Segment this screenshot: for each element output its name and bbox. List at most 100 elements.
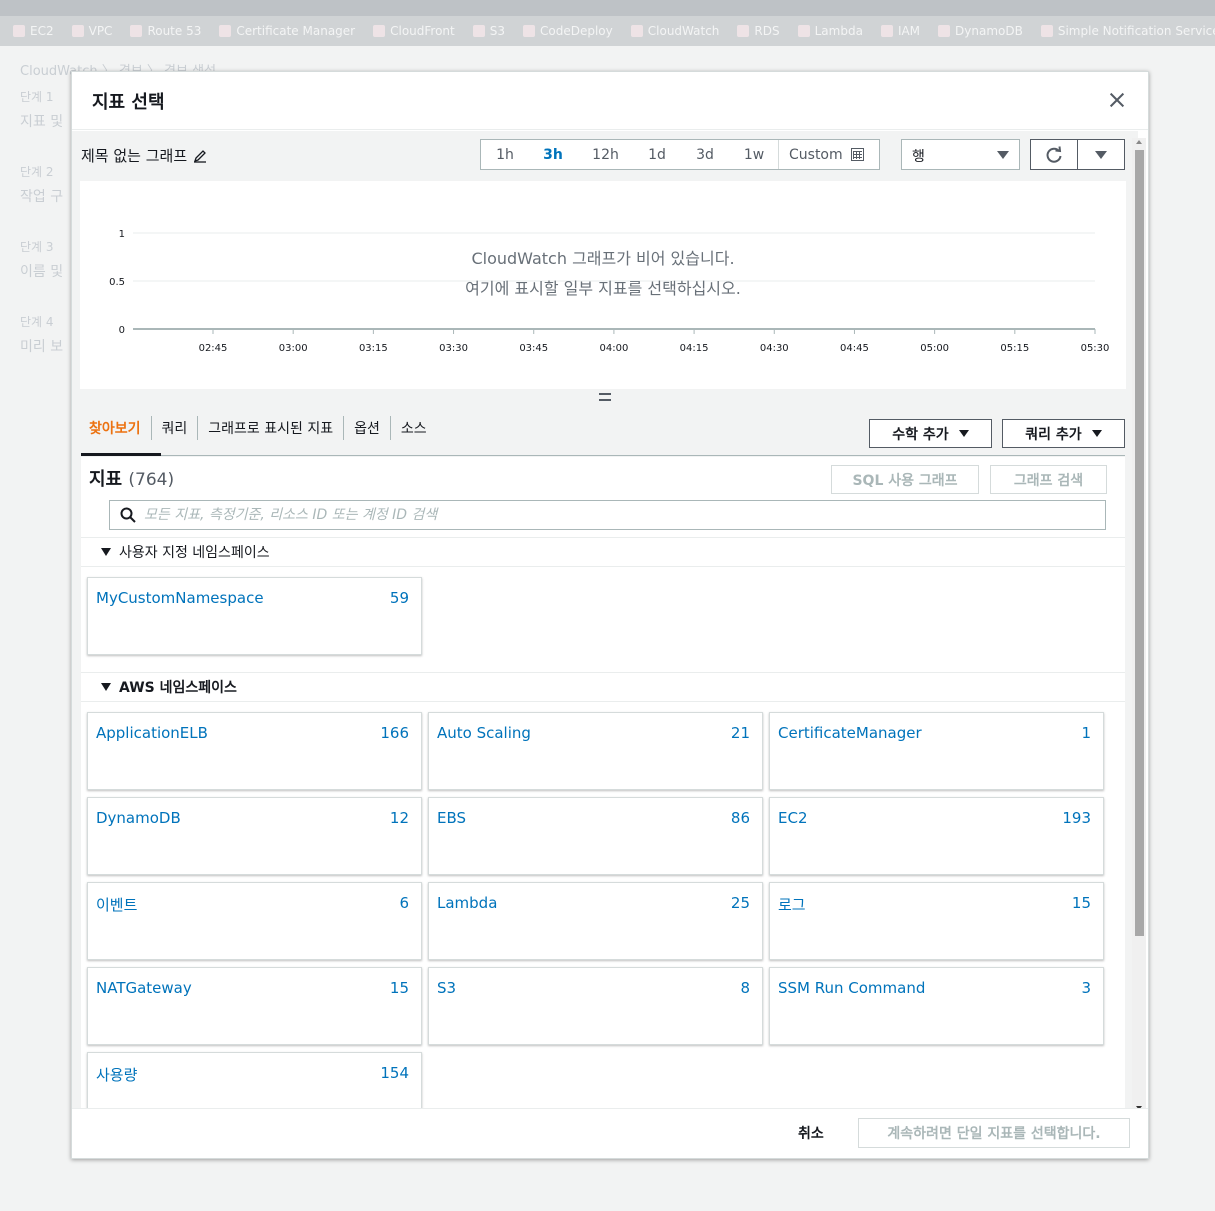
namespace-card[interactable]: DynamoDB 12 <box>87 797 422 875</box>
select-metric-modal: 지표 선택 제목 없는 그래프 1h 3h 12h 1d 3d 1w Custom 행 <box>71 71 1149 1159</box>
favorite-item[interactable]: Certificate Manager <box>210 24 364 38</box>
time-range-1w[interactable]: 1w <box>730 140 778 169</box>
metrics-heading: 지표 (764) <box>89 465 174 491</box>
active-tab-indicator <box>81 453 161 456</box>
favorite-item[interactable]: CloudWatch <box>622 24 729 38</box>
graph-type-select[interactable]: 행 <box>901 139 1020 170</box>
pencil-icon[interactable] <box>193 149 207 163</box>
tab-1[interactable]: 쿼리 <box>152 416 199 440</box>
favorite-item[interactable]: Route 53 <box>121 24 210 38</box>
time-range-1d[interactable]: 1d <box>634 140 680 169</box>
favorite-label: Certificate Manager <box>236 24 356 38</box>
time-range-custom[interactable]: Custom <box>778 140 874 169</box>
namespace-card[interactable]: ApplicationELB 166 <box>87 712 422 790</box>
namespace-name[interactable]: CertificateManager <box>778 724 922 742</box>
service-icon <box>1040 25 1053 37</box>
graph-title[interactable]: 제목 없는 그래프 <box>81 145 207 166</box>
namespace-name[interactable]: EC2 <box>778 809 808 827</box>
namespace-name[interactable]: EBS <box>437 809 466 827</box>
service-icon <box>630 25 643 37</box>
scroll-thumb[interactable] <box>1135 150 1144 936</box>
namespace-metric-count: 193 <box>1062 809 1091 827</box>
namespace-metric-count: 21 <box>730 724 750 742</box>
add-math-label: 수학 추가 <box>892 426 949 443</box>
namespace-card[interactable]: EBS 86 <box>428 797 763 875</box>
favorite-item[interactable]: EC2 <box>4 24 63 38</box>
x-tick-label: 05:15 <box>1000 343 1029 354</box>
add-query-button[interactable]: 쿼리 추가 <box>1002 419 1125 448</box>
resize-handle[interactable] <box>599 393 611 401</box>
favorite-item[interactable]: IAM <box>872 24 929 38</box>
favorite-item[interactable]: Lambda <box>789 24 872 38</box>
custom-namespaces-header[interactable]: 사용자 지정 네임스페이스 <box>81 537 1125 567</box>
namespace-name[interactable]: Auto Scaling <box>437 724 531 742</box>
service-icon <box>13 25 25 37</box>
refresh-group <box>1030 139 1125 170</box>
favorite-label: S3 <box>489 24 506 38</box>
namespace-name[interactable]: S3 <box>437 979 456 997</box>
caret-down-icon <box>997 151 1009 159</box>
favorite-label: Lambda <box>814 24 863 38</box>
namespace-name[interactable]: MyCustomNamespace <box>96 589 264 607</box>
namespace-card[interactable]: Lambda 25 <box>428 882 763 960</box>
time-range-12h[interactable]: 12h <box>577 140 634 169</box>
cancel-button[interactable]: 취소 <box>798 1123 824 1143</box>
time-range-selector: 1h 3h 12h 1d 3d 1w Custom <box>480 139 880 170</box>
namespace-name[interactable]: Lambda <box>437 894 497 912</box>
namespace-name[interactable]: SSM Run Command <box>778 979 925 997</box>
namespace-card[interactable]: SSM Run Command 3 <box>769 967 1104 1045</box>
modal-scrollbar[interactable] <box>1132 138 1146 1112</box>
favorites-bar: EC2 VPC Route 53 Certificate Manager CloudFr… <box>0 16 1215 46</box>
namespace-card[interactable]: NATGateway 15 <box>87 967 422 1045</box>
favorite-item[interactable]: CodeDeploy <box>514 24 622 38</box>
namespace-name[interactable]: 이벤트 <box>96 894 137 915</box>
namespace-name[interactable]: DynamoDB <box>96 809 181 827</box>
namespace-card[interactable]: 이벤트 6 <box>87 882 422 960</box>
refresh-button[interactable] <box>1031 140 1078 169</box>
namespace-name[interactable]: ApplicationELB <box>96 724 208 742</box>
add-math-button[interactable]: 수학 추가 <box>869 419 992 448</box>
namespace-name[interactable]: 로그 <box>778 894 806 915</box>
tab-4[interactable]: 소스 <box>391 416 437 440</box>
close-icon[interactable] <box>1106 89 1128 111</box>
wizard-step-label: 이름 및 <box>20 264 64 280</box>
aws-namespaces-header[interactable]: AWS 네임스페이스 <box>81 672 1125 702</box>
wizard-step: 단계 2 작업 구 <box>20 163 63 206</box>
favorite-item[interactable]: RDS <box>728 24 788 38</box>
graph-search-button[interactable]: 그래프 검색 <box>990 465 1107 494</box>
time-range-1h[interactable]: 1h <box>481 140 529 169</box>
favorite-item[interactable]: CloudFront <box>364 24 464 38</box>
favorite-item[interactable]: S3 <box>464 24 514 38</box>
top-nav-bar <box>0 0 1215 16</box>
favorite-item[interactable]: Simple Notification Service <box>1032 24 1215 38</box>
namespace-metric-count: 3 <box>1081 979 1091 997</box>
namespace-card[interactable]: Auto Scaling 21 <box>428 712 763 790</box>
namespace-card[interactable]: MyCustomNamespace 59 <box>87 577 422 655</box>
favorite-item[interactable]: DynamoDB <box>929 24 1032 38</box>
namespace-card[interactable]: CertificateManager 1 <box>769 712 1104 790</box>
time-range-3d[interactable]: 3d <box>680 140 730 169</box>
scroll-up-arrow-icon[interactable] <box>1136 140 1142 144</box>
namespace-card[interactable]: S3 8 <box>428 967 763 1045</box>
service-icon <box>797 25 810 37</box>
namespace-name[interactable]: NATGateway <box>96 979 192 997</box>
tab-0[interactable]: 찾아보기 <box>81 416 152 440</box>
namespace-name[interactable]: 사용량 <box>96 1064 137 1085</box>
metrics-browser: 지표 (764) SQL 사용 그래프 그래프 검색 사용자 지정 네임스페이스… <box>81 457 1125 1109</box>
graph-area: 1 0.5 0 02:45 03:00 03:15 03:30 03:45 04:00 04:15… <box>80 181 1126 389</box>
namespace-card[interactable]: 로그 15 <box>769 882 1104 960</box>
namespace-card[interactable]: 사용량 154 <box>87 1052 422 1109</box>
sql-graph-button[interactable]: SQL 사용 그래프 <box>831 465 979 494</box>
service-icon <box>523 25 536 37</box>
favorite-item[interactable]: VPC <box>63 24 122 38</box>
tab-3[interactable]: 옵션 <box>344 416 391 440</box>
refresh-options-dropdown[interactable] <box>1078 140 1124 169</box>
metric-search-input[interactable] <box>144 507 1044 523</box>
tabs-divider <box>81 455 1125 456</box>
empty-graph-message-line2: 여기에 표시할 일부 지표를 선택하십시오. <box>465 279 741 298</box>
continue-button[interactable]: 계속하려면 단일 지표를 선택합니다. <box>858 1118 1130 1148</box>
metric-search-field[interactable] <box>109 500 1106 530</box>
tab-2[interactable]: 그래프로 표시된 지표 <box>198 416 345 440</box>
namespace-card[interactable]: EC2 193 <box>769 797 1104 875</box>
time-range-3h[interactable]: 3h <box>529 140 577 169</box>
